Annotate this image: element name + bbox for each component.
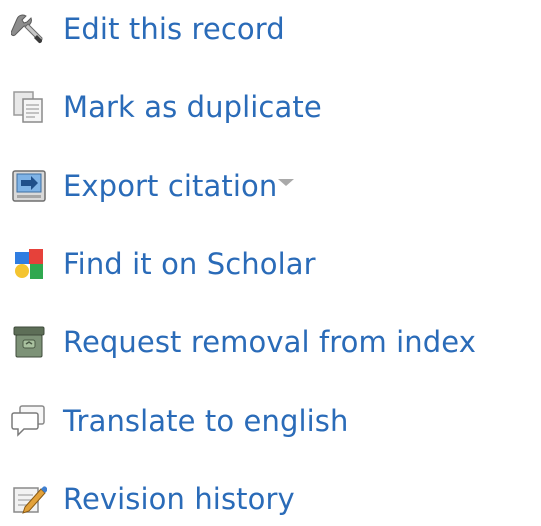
duplicate-icon <box>11 89 47 125</box>
speech-bubble-icon <box>11 403 47 439</box>
revision-history-label: Revision history <box>63 482 295 516</box>
edit-record-link[interactable]: Edit this record <box>11 9 285 49</box>
export-citation-label: Export citation <box>63 169 278 203</box>
find-on-scholar-label: Find it on Scholar <box>63 247 316 281</box>
mark-duplicate-label: Mark as duplicate <box>63 90 322 124</box>
edit-record-label: Edit this record <box>63 12 285 46</box>
revision-history-link[interactable]: Revision history <box>11 479 295 519</box>
translate-label: Translate to english <box>63 404 349 438</box>
translate-link[interactable]: Translate to english <box>11 401 348 441</box>
archive-icon <box>11 324 47 360</box>
request-removal-label: Request removal from index <box>63 325 476 359</box>
mark-duplicate-link[interactable]: Mark as duplicate <box>11 87 322 127</box>
find-on-scholar-link[interactable]: Find it on Scholar <box>11 244 316 284</box>
google-scholar-icon <box>11 246 47 282</box>
export-citation-link[interactable]: Export citation <box>11 166 295 206</box>
export-icon <box>11 168 47 204</box>
tools-icon <box>11 11 47 47</box>
request-removal-link[interactable]: Request removal from index <box>11 322 476 362</box>
chevron-down-icon[interactable] <box>278 178 295 186</box>
revision-history-icon <box>11 481 47 517</box>
